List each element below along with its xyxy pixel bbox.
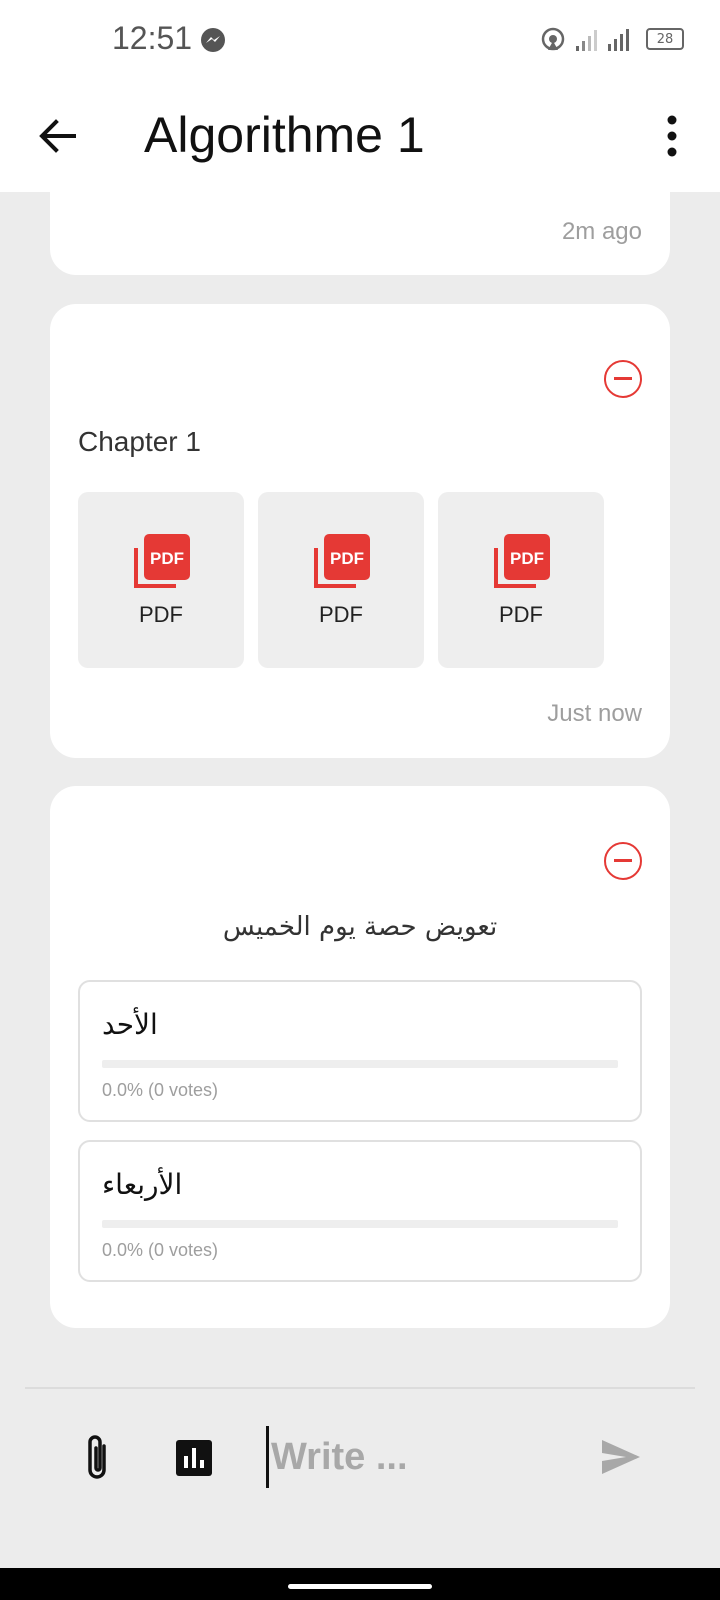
poll-option-label: الأحد [102,1008,158,1041]
pdf-file-tile[interactable]: PDF PDF [78,492,244,668]
poll-option[interactable]: الأربعاء 0.0% (0 votes) [78,1140,642,1282]
back-arrow-icon[interactable] [30,108,86,164]
system-nav-bar [0,1568,720,1600]
home-indicator[interactable] [288,1584,432,1589]
pdf-file-tile[interactable]: PDF PDF [438,492,604,668]
hotspot-icon [541,27,565,51]
svg-text:PDF: PDF [330,549,364,568]
poll-chart-icon[interactable] [176,1440,212,1476]
poll-option-stats: 0.0% (0 votes) [102,1240,219,1260]
file-label: PDF [319,602,363,627]
svg-text:PDF: PDF [510,549,544,568]
status-time: 12:51 [112,20,193,56]
pdf-icon: PDF [134,534,190,588]
status-bar: 12:51 28 [0,0,720,80]
post-title: Chapter 1 [78,426,201,457]
signal-icon [576,29,629,51]
poll-option-label: الأربعاء [102,1168,183,1201]
remove-post-button[interactable] [604,842,642,880]
message-input[interactable] [266,1426,553,1488]
poll-post-card: تعويض حصة يوم الخميس الأحد 0.0% (0 votes… [50,786,670,1328]
pdf-icon: PDF [314,534,370,588]
poll-option-stats: 0.0% (0 votes) [102,1080,219,1100]
file-list: PDF PDF PDF PDF PDF PDF [78,492,604,668]
status-icons: 28 [540,26,684,52]
pdf-file-tile[interactable]: PDF PDF [258,492,424,668]
paperclip-icon[interactable] [78,1432,118,1482]
battery-icon: 28 [646,28,684,50]
app-bar: Algorithme 1 [0,80,720,192]
file-label: PDF [499,602,543,627]
file-label: PDF [139,602,183,627]
poll-question: تعويض حصة يوم الخميس [222,912,498,942]
composer-divider [25,1387,695,1389]
page-title: Algorithme 1 [144,107,425,163]
post-timestamp: Just now [547,700,642,727]
messenger-icon [201,28,225,52]
post-timestamp: 2m ago [561,218,642,245]
poll-progress-bar [102,1060,618,1068]
svg-text:PDF: PDF [150,549,184,568]
previous-post-card: 2m ago [50,190,670,275]
poll-progress-bar [102,1220,618,1228]
pdf-icon: PDF [494,534,550,588]
send-icon[interactable] [600,1438,642,1476]
chapter-post-card: Chapter 1 PDF PDF PDF PDF PDF PDF Just n… [50,304,670,758]
battery-level: 28 [656,31,674,47]
remove-post-button[interactable] [604,360,642,398]
more-vert-icon[interactable] [652,108,692,164]
poll-option[interactable]: الأحد 0.0% (0 votes) [78,980,642,1122]
